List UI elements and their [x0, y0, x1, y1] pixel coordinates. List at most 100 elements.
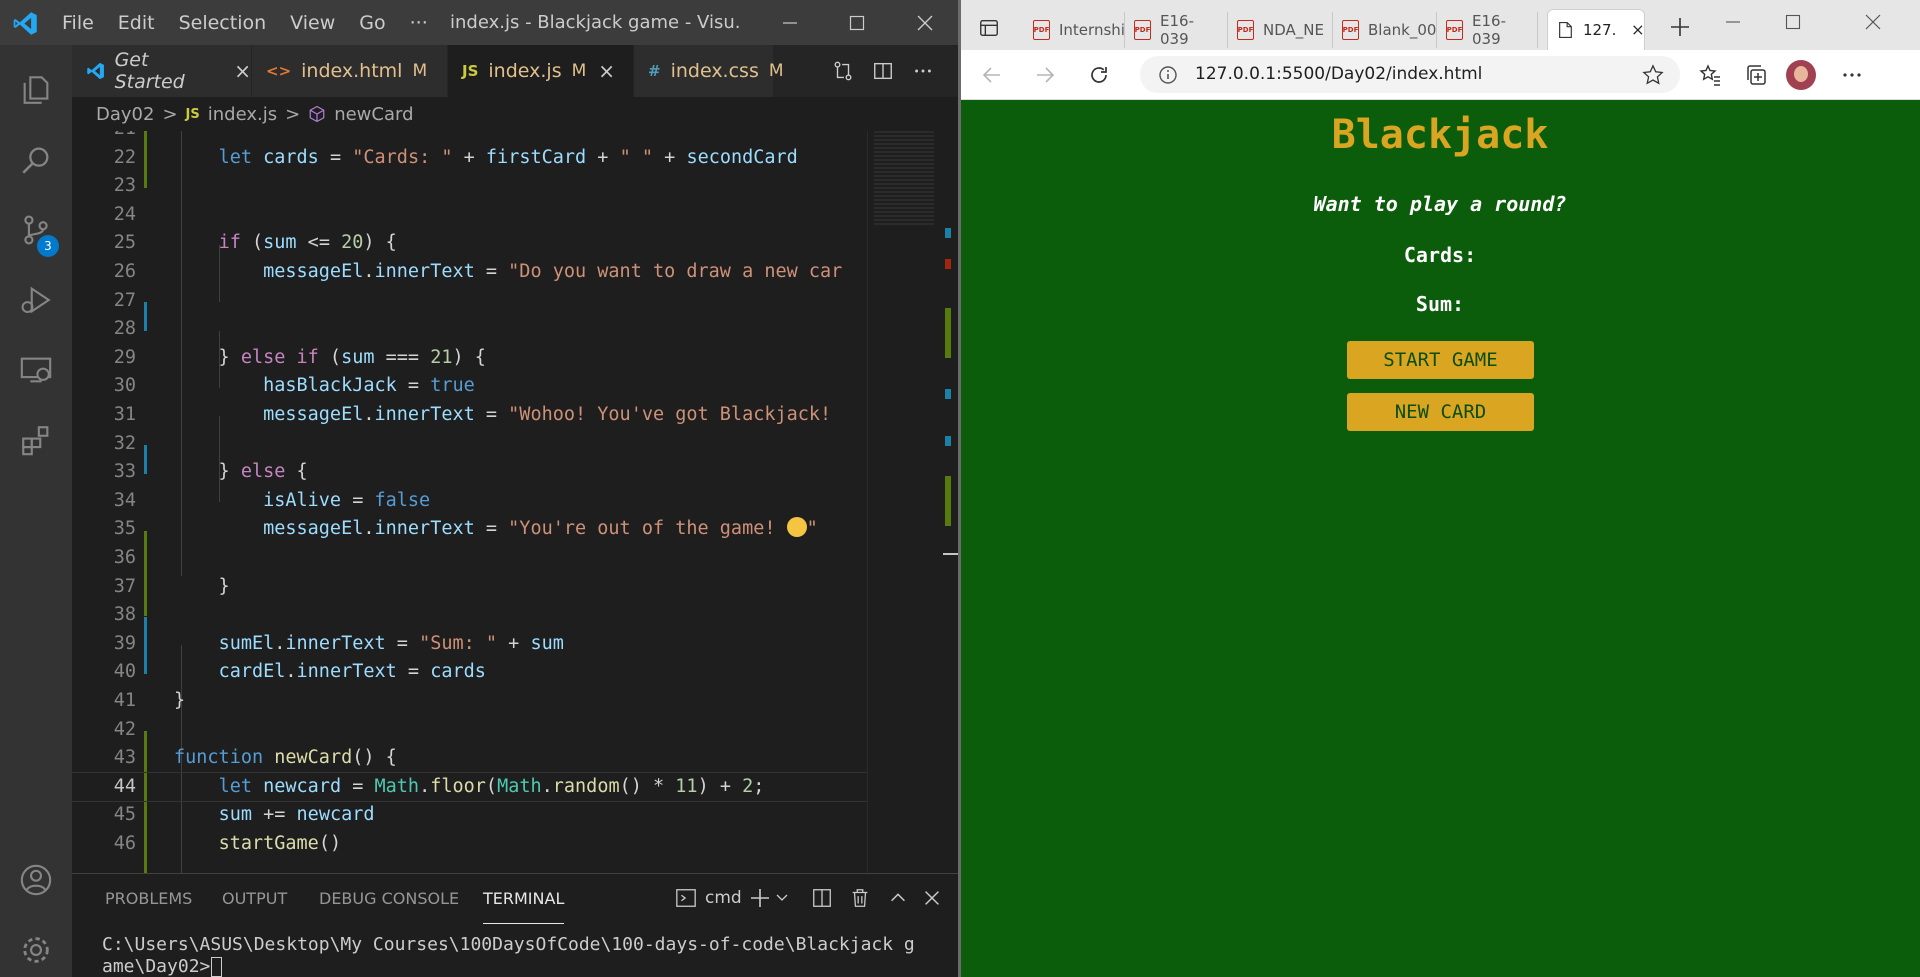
cards-label: Cards:: [1403, 243, 1477, 267]
search-button[interactable]: [0, 125, 72, 195]
tab-problems[interactable]: PROBLEMS: [105, 874, 192, 924]
code-editor[interactable]: 21 22 let cards = "Cards: " + firstCard …: [72, 131, 867, 873]
tab-debug-console[interactable]: DEBUG CONSOLE: [319, 874, 459, 924]
avatar-face: [1794, 66, 1808, 82]
breadcrumb-symbol[interactable]: newCard: [334, 104, 413, 125]
trash-icon: [852, 889, 868, 907]
window-title: index.js - Blackjack game - Visu...: [450, 12, 740, 33]
browser-tab-title: E16- 039: [1160, 12, 1194, 48]
split-editor-button[interactable]: [872, 45, 894, 97]
menu-view[interactable]: View: [278, 12, 347, 34]
vscode-logo-icon: [13, 12, 37, 35]
close-icon: [1865, 14, 1881, 30]
minimap[interactable]: [867, 131, 943, 873]
settings-menu-button[interactable]: [1840, 63, 1864, 91]
code-line-22: 22 let cards = "Cards: " + firstCard + "…: [113, 146, 798, 168]
favorites-icon: [1699, 64, 1720, 86]
code-line-35: 35 messageEl.innerText = "You're out of …: [113, 517, 818, 540]
favorites-button[interactable]: [1698, 63, 1722, 91]
tab-index-html[interactable]: <> index.html M: [252, 45, 448, 97]
scrollbar-marker: [945, 259, 951, 269]
menu-go[interactable]: Go: [347, 12, 397, 34]
minimap-content: [874, 131, 934, 226]
tab-index-css[interactable]: # index.css M: [634, 45, 784, 97]
terminal-output[interactable]: C:\Users\ASUS\Desktop\My Courses\100Days…: [102, 934, 942, 977]
terminal-shell-selector[interactable]: cmd: [675, 887, 742, 909]
menu-edit[interactable]: Edit: [106, 12, 167, 34]
html-file-icon: <>: [266, 62, 292, 80]
accounts-button[interactable]: [0, 845, 72, 915]
tab-index-js[interactable]: JS index.js M ×: [448, 45, 634, 97]
more-actions-button[interactable]: [912, 45, 934, 97]
open-changes-button[interactable]: [832, 45, 854, 97]
breadcrumb-file[interactable]: index.js: [208, 104, 277, 125]
refresh-button[interactable]: [1087, 63, 1111, 91]
menu-file[interactable]: File: [50, 12, 106, 34]
browser-minimize-button[interactable]: [1725, 14, 1741, 34]
new-terminal-button[interactable]: [750, 887, 790, 913]
browser-tab[interactable]: PDF E16- 039: [1126, 12, 1228, 48]
extensions-button[interactable]: [0, 405, 72, 475]
browser-tab-title: E16- 039: [1472, 12, 1506, 48]
code-line-29: 29 } else if (sum === 21) {: [113, 346, 486, 368]
browser-tab-title: NDA_NE: [1263, 21, 1324, 39]
code-line-28: 28: [113, 318, 136, 340]
address-bar[interactable]: 127.0.0.1:5500/Day02/index.html: [1140, 56, 1680, 93]
close-window-button[interactable]: [890, 0, 960, 45]
menu-selection[interactable]: Selection: [167, 12, 279, 34]
code-line-27: 27: [113, 289, 136, 311]
kill-terminal-button[interactable]: [849, 887, 871, 913]
browser-tab[interactable]: PDF Blank_00: [1334, 12, 1437, 48]
game-message: Want to play a round?: [1313, 192, 1567, 216]
explorer-button[interactable]: [0, 55, 72, 125]
minimize-button[interactable]: [755, 0, 825, 45]
close-tab-icon[interactable]: ×: [234, 59, 251, 83]
run-debug-button[interactable]: [0, 265, 72, 335]
maximize-panel-button[interactable]: [887, 887, 909, 913]
breadcrumb-folder[interactable]: Day02: [96, 104, 154, 125]
scrollbar-marker: [945, 228, 951, 238]
tab-get-started[interactable]: Get Started ×: [72, 45, 252, 97]
back-button[interactable]: [980, 63, 1004, 91]
close-tab-icon[interactable]: ×: [598, 59, 615, 83]
shell-name: cmd: [705, 888, 742, 908]
browser-tab[interactable]: PDF E16- 039: [1438, 12, 1538, 48]
forward-button[interactable]: [1033, 63, 1057, 91]
browser-tab[interactable]: PDF Internshi: [1025, 12, 1125, 48]
collections-button[interactable]: [1744, 63, 1768, 91]
maximize-button[interactable]: [822, 0, 892, 45]
add-favorite-icon[interactable]: [1642, 64, 1664, 86]
remote-explorer-button[interactable]: [0, 335, 72, 405]
close-panel-button[interactable]: [921, 887, 943, 913]
page-title: Blackjack: [1331, 112, 1549, 158]
terminal-line: C:\Users\ASUS\Desktop\My Courses\100Days…: [102, 934, 915, 955]
browser-tab-active[interactable]: 127.: [1547, 9, 1645, 50]
browser-maximize-button[interactable]: [1785, 14, 1801, 34]
profile-avatar[interactable]: [1786, 60, 1816, 90]
maximize-icon: [849, 15, 865, 30]
tab-output[interactable]: OUTPUT: [222, 874, 287, 924]
source-control-button[interactable]: 3: [0, 195, 72, 265]
browser-window: PDF Internshi PDF E16- 039 PDF NDA_NE PDF Bl…: [960, 0, 1920, 977]
search-icon: [22, 147, 49, 174]
menu-more[interactable]: ···: [398, 12, 440, 34]
browser-tab-title: 127.: [1582, 21, 1617, 39]
browser-tab[interactable]: PDF NDA_NE: [1229, 12, 1333, 48]
document-icon: [1559, 21, 1572, 39]
tab-terminal[interactable]: TERMINAL: [483, 874, 565, 924]
css-file-icon: #: [648, 62, 661, 80]
browser-close-button[interactable]: [1865, 14, 1881, 34]
split-terminal-button[interactable]: [811, 887, 833, 913]
ellipsis-icon: [1843, 73, 1861, 77]
remote-explorer-icon: [20, 357, 52, 383]
manage-button[interactable]: [0, 915, 72, 977]
tab-actions-button[interactable]: [978, 17, 1000, 43]
pdf-icon: PDF: [1237, 20, 1254, 40]
close-tab-icon[interactable]: [1632, 23, 1644, 37]
info-icon: [1159, 66, 1177, 84]
code-line-45: 45 sum += newcard: [113, 804, 375, 826]
start-game-button[interactable]: START GAME: [1347, 341, 1534, 379]
new-tab-button[interactable]: [1670, 17, 1690, 41]
collections-icon: [1747, 65, 1766, 85]
new-card-button[interactable]: NEW CARD: [1347, 393, 1534, 431]
